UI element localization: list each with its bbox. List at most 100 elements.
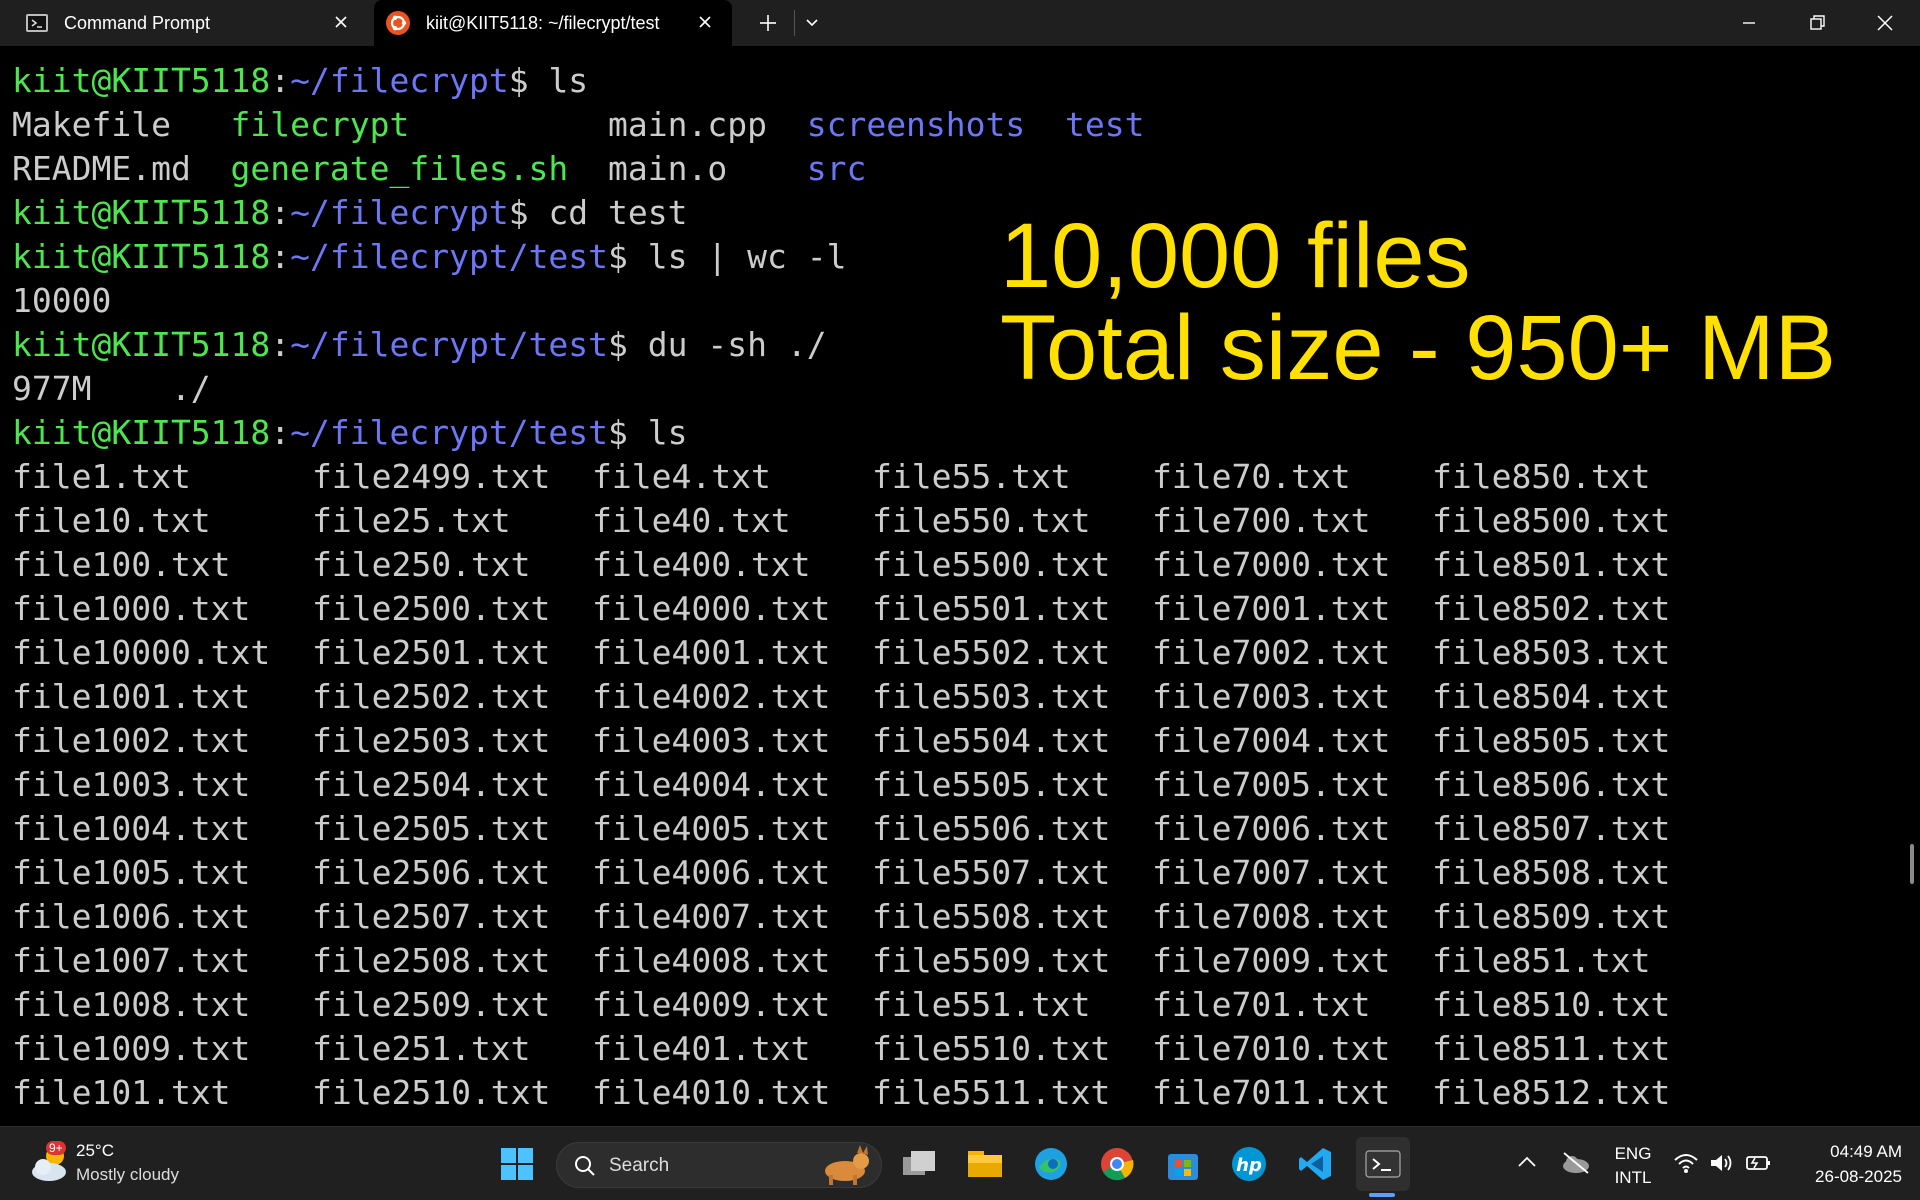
file-entry: file4006.txt [592,853,831,892]
task-view-icon[interactable] [896,1141,942,1187]
prompt-separator: : [270,325,291,364]
tab-close-icon[interactable] [694,11,716,33]
vscode-icon[interactable] [1292,1141,1338,1187]
prompt-separator: : [270,193,291,232]
new-tab-icon[interactable] [748,0,788,46]
file-entry: file7010.txt [1152,1029,1391,1068]
chrome-icon[interactable] [1094,1141,1140,1187]
close-icon[interactable] [1862,0,1908,46]
taskbar: 9+ 25°C Mostly cloudy Search hp ENG INTL [0,1126,1920,1200]
hp-icon[interactable]: hp [1226,1141,1272,1187]
wifi-icon[interactable] [1672,1149,1700,1177]
file-entry: file2510.txt [312,1073,551,1112]
file-entry: file1000.txt [12,589,251,628]
edge-icon[interactable] [1028,1141,1074,1187]
tab-divider [794,10,795,36]
search-label: Search [609,1155,670,1176]
file-name: Makefile [12,105,231,144]
overlay-caption-size: Total size - 950+ MB [1000,297,1837,399]
file-entry: file2509.txt [312,985,551,1024]
file-name: main.o [568,149,807,188]
file-entry: file8507.txt [1432,809,1671,848]
prompt-user: kiit@KIIT5118 [12,237,271,276]
file-entry: file850.txt [1432,457,1651,496]
prompt-line: kiit@KIIT5118:~/filecrypt$ cd test [12,191,688,235]
tab-close-icon[interactable] [330,11,352,33]
windows-start-icon[interactable] [494,1141,540,1187]
command-text: $ ls | wc -l [608,237,847,276]
tab-command-prompt[interactable]: Command Prompt [0,0,368,46]
terminal-icon[interactable] [1356,1137,1410,1191]
file-entry: file4004.txt [592,765,831,804]
file-entry: file5505.txt [872,765,1111,804]
executable-name: generate_files.sh [230,149,569,188]
file-entry: file7005.txt [1152,765,1391,804]
taskbar-search[interactable]: Search [556,1142,882,1188]
battery-icon[interactable] [1744,1149,1772,1177]
weather-badge: 9+ [46,1141,66,1155]
clock-time[interactable]: 04:49 AM [1782,1142,1902,1162]
file-entry: file2499.txt [312,457,551,496]
minimize-icon[interactable] [1726,0,1772,46]
prompt-user: kiit@KIIT5118 [12,61,271,100]
command-text: $ cd test [508,193,688,232]
terminal-area[interactable]: kiit@KIIT5118:~/filecrypt$ ls Makefile f… [0,46,1920,1126]
input-layout[interactable]: INTL [1610,1168,1656,1188]
prompt-path: ~/filecrypt/test [290,325,609,364]
ubuntu-icon [386,11,410,35]
file-name: main.cpp [409,105,807,144]
output-line: Makefile filecrypt main.cpp screenshots … [12,103,1145,147]
file-entry: file1004.txt [12,809,251,848]
file-entry: file1005.txt [12,853,251,892]
file-entry: file4005.txt [592,809,831,848]
file-entry: file8508.txt [1432,853,1671,892]
tab-ubuntu[interactable]: kiit@KIIT5118: ~/filecrypt/test [374,0,732,46]
file-entry: file2507.txt [312,897,551,936]
search-icon [575,1156,595,1176]
onedrive-icon[interactable] [1558,1145,1594,1181]
file-explorer-icon[interactable] [962,1141,1008,1187]
tab-label: Command Prompt [64,12,211,33]
file-entry: file8512.txt [1432,1073,1671,1112]
file-entry: file5506.txt [872,809,1111,848]
prompt-user: kiit@KIIT5118 [12,193,271,232]
prompt-path: ~/filecrypt/test [290,237,609,276]
file-entry: file4001.txt [592,633,831,672]
command-text: $ du -sh ./ [608,325,827,364]
file-entry: file7000.txt [1152,545,1391,584]
file-entry: file5502.txt [872,633,1111,672]
input-language[interactable]: ENG [1610,1144,1656,1164]
chevron-up-icon[interactable] [1512,1147,1542,1177]
file-entry: file1008.txt [12,985,251,1024]
file-entry: file4007.txt [592,897,831,936]
file-entry: file8503.txt [1432,633,1671,672]
svg-text:hp: hp [1236,1155,1262,1176]
file-entry: file2506.txt [312,853,551,892]
file-entry: file7006.txt [1152,809,1391,848]
weather-widget[interactable]: 9+ [24,1139,72,1187]
restore-icon[interactable] [1794,0,1840,46]
volume-icon[interactable] [1708,1149,1736,1177]
clock-date[interactable]: 26-08-2025 [1782,1167,1902,1187]
file-entry: file5511.txt [872,1073,1111,1112]
file-entry: file40.txt [592,501,791,540]
prompt-separator: : [270,61,291,100]
file-entry: file2505.txt [312,809,551,848]
file-entry: file7008.txt [1152,897,1391,936]
file-entry: file400.txt [592,545,811,584]
file-entry: file250.txt [312,545,531,584]
file-entry: file10.txt [12,501,211,540]
microsoft-store-icon[interactable] [1160,1141,1206,1187]
file-entry: file5500.txt [872,545,1111,584]
tab-label: kiit@KIIT5118: ~/filecrypt/test [426,12,660,33]
scrollbar-thumb[interactable] [1910,844,1914,884]
file-entry: file8510.txt [1432,985,1671,1024]
prompt-line: kiit@KIIT5118:~/filecrypt/test$ du -sh .… [12,323,827,367]
weather-desc: Mostly cloudy [76,1165,179,1184]
dropdown-icon[interactable] [800,0,824,46]
file-entry: file5503.txt [872,677,1111,716]
file-entry: file4002.txt [592,677,831,716]
file-entry: file5507.txt [872,853,1111,892]
prompt-path: ~/filecrypt [290,61,509,100]
